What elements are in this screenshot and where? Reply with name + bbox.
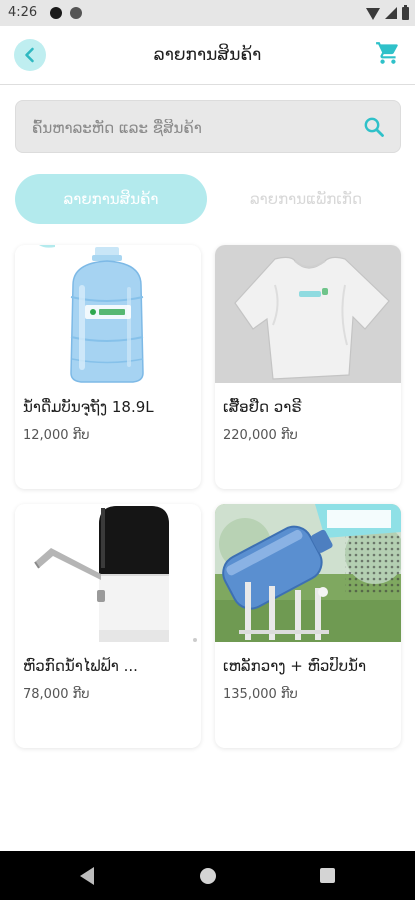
status-icons [366, 4, 409, 21]
product-card[interactable]: ນ້ຳດື່ມບັນຈຸຖັງ 18.9L 12,000 ກີບ [15, 245, 201, 489]
shopping-cart-icon [376, 42, 398, 64]
tab-products[interactable]: ລາຍການສິນຄ້າ [15, 174, 207, 224]
product-name: ເສື້ອຢືດ ວາຣີ [223, 398, 302, 416]
battery-icon [402, 4, 409, 20]
status-bar: 4:26 [0, 0, 415, 26]
signal-icon [385, 7, 397, 19]
page-title: ລາຍການສິນຄ້າ [153, 45, 262, 65]
product-card[interactable]: ເຫລັກວາງ + ຫົວປົບນ້ຳ 135,000 ກີບ [215, 504, 401, 748]
tab-products-label: ລາຍການສິນຄ້າ [63, 190, 159, 208]
app-bar: ລາຍການສິນຄ້າ [0, 26, 415, 85]
electric-water-pump-image [15, 504, 201, 642]
product-price: 12,000 ກີບ [23, 428, 90, 443]
search-input[interactable] [30, 101, 354, 154]
product-name: ນ້ຳດື່ມບັນຈຸຖັງ 18.9L [23, 398, 154, 416]
notification-dot-icon [70, 7, 82, 19]
bottle-stand-image [215, 504, 401, 642]
cart-button[interactable] [375, 40, 401, 66]
search-box [15, 100, 401, 154]
product-name: ຫົວກົດນ້ຳໄຟຟ້າ ... [23, 657, 138, 675]
tab-packages[interactable]: ລາຍການແພັກເກັດ [211, 174, 401, 224]
product-price: 135,000 ກີບ [223, 687, 298, 702]
notification-dot-icon [50, 7, 62, 19]
wifi-icon [366, 7, 380, 20]
product-price: 78,000 ກີບ [23, 687, 90, 702]
product-card[interactable]: ເສື້ອຢືດ ວາຣີ 220,000 ກີບ [215, 245, 401, 489]
product-card[interactable]: ຫົວກົດນ້ຳໄຟຟ້າ ... 78,000 ກີບ [15, 504, 201, 748]
water-bottle-image [15, 245, 201, 383]
nav-back-icon[interactable] [80, 867, 94, 885]
product-price: 220,000 ກີບ [223, 428, 298, 443]
search-icon[interactable] [362, 115, 386, 139]
product-name: ເຫລັກວາງ + ຫົວປົບນ້ຳ [223, 657, 367, 675]
status-time: 4:26 [8, 5, 38, 20]
tab-packages-label: ລາຍການແພັກເກັດ [249, 190, 363, 208]
nav-recents-icon[interactable] [320, 868, 335, 883]
system-navigation-bar [0, 851, 415, 900]
nav-home-icon[interactable] [200, 868, 216, 884]
white-tshirt-image [215, 245, 401, 383]
